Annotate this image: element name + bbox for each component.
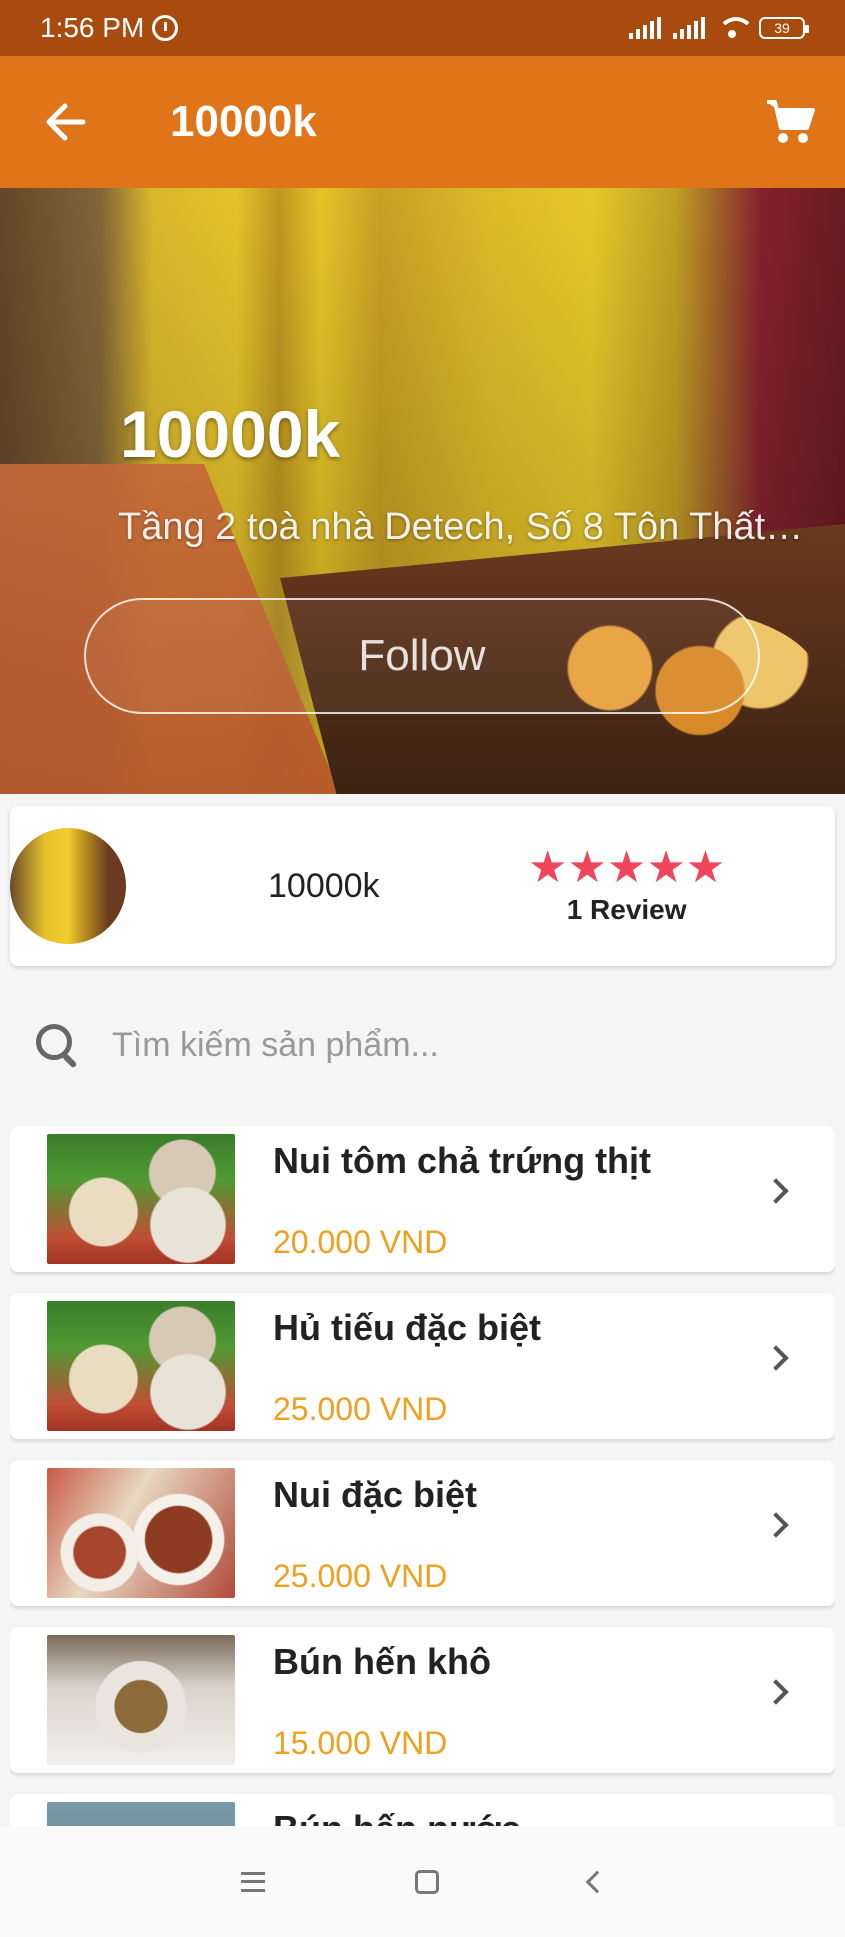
product-info: Bún hến khô 15.000 VND [273,1627,835,1773]
product-info: Nui tôm chả trứng thịt 20.000 VND [273,1126,835,1272]
product-name: Bún hến khô [273,1641,491,1682]
search-icon [34,1022,80,1068]
status-icons: 39 [629,17,809,39]
shop-info-card: 10000k ★★★★★ 1 Review [10,806,835,966]
arrow-left-icon [46,103,86,141]
shop-cover-image: 10000k Tầng 2 toà nhà Detech, Số 8 Tôn T… [0,188,845,794]
page-title: 10000k [170,97,317,146]
product-item[interactable]: Nui tôm chả trứng thịt 20.000 VND [10,1126,835,1272]
shop-address: Tầng 2 toà nhà Detech, Số 8 Tôn Thất… [118,506,804,548]
product-price: 25.000 VND [273,1558,448,1594]
product-price: 25.000 VND [273,1391,448,1427]
system-nav-bar [0,1826,845,1937]
home-button[interactable] [414,1869,439,1894]
product-price: 15.000 VND [273,1725,448,1761]
product-image [47,1635,235,1765]
recent-apps-button[interactable] [240,1871,265,1892]
product-image [47,1468,235,1598]
product-name: Bún hến nước [273,1808,521,1826]
status-bar: 1:56 PM 39 [0,0,845,56]
product-item[interactable]: Bún hến nước [10,1794,835,1826]
search-input[interactable] [112,1025,772,1065]
wifi-icon [717,17,755,39]
product-image [47,1134,235,1264]
product-name: Nui tôm chả trứng thịt [273,1140,652,1181]
review-count: 1 Review [566,894,687,925]
product-info: Nui đặc biệt 25.000 VND [273,1460,835,1606]
product-name: Nui đặc biệt [273,1474,478,1515]
product-list[interactable]: Nui tôm chả trứng thịt 20.000 VND Hủ tiế… [10,1126,835,1826]
back-button[interactable] [0,56,130,188]
shopping-cart-icon [767,100,815,143]
shop-avatar[interactable] [10,828,126,944]
shop-cover-title: 10000k [120,397,341,471]
app-bar: 10000k [0,56,845,188]
product-info: Bún hến nước [273,1794,835,1826]
product-image [47,1301,235,1431]
product-price: 20.000 VND [273,1224,448,1260]
star-rating-icon: ★★★★★ [528,843,726,892]
follow-button[interactable]: Follow [84,598,760,714]
back-nav-button[interactable] [585,1870,608,1893]
shop-name: 10000k [268,866,380,905]
product-name: Hủ tiếu đặc biệt [273,1307,542,1348]
product-item[interactable]: Nui đặc biệt 25.000 VND [10,1460,835,1606]
battery-icon: 39 [759,17,809,39]
product-item[interactable]: Hủ tiếu đặc biệt 25.000 VND [10,1293,835,1439]
product-image [47,1802,235,1826]
status-time: 1:56 PM [40,12,145,43]
cart-button[interactable] [735,56,845,188]
signal-icon-2 [673,17,705,39]
product-search-bar [0,990,845,1100]
signal-icon [629,17,661,39]
alarm-icon [152,15,179,41]
shop-rating[interactable]: ★★★★★ 1 Review [528,846,725,926]
product-item[interactable]: Bún hến khô 15.000 VND [10,1627,835,1773]
product-info: Hủ tiếu đặc biệt 25.000 VND [273,1293,835,1439]
